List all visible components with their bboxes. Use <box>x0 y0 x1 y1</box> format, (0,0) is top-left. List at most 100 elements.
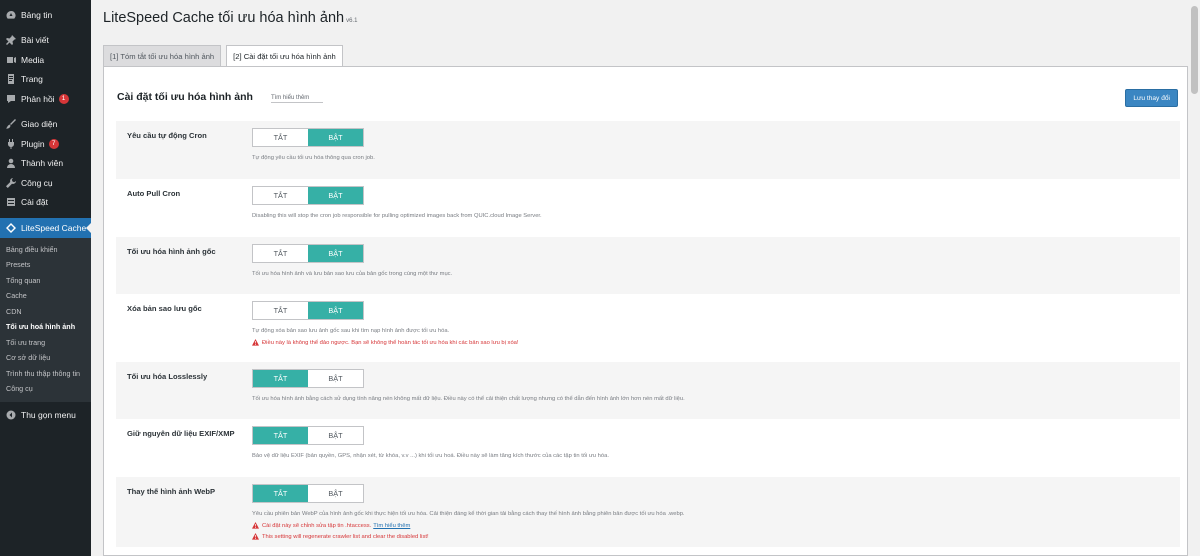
toggle-off-option[interactable]: TẮT <box>253 129 308 146</box>
section-header: Cài đặt tối ưu hóa hình ảnh Tìm hiểu thê… <box>117 91 324 103</box>
sidebar-item-phan-hoi[interactable]: Phản hồi 1 <box>0 89 91 109</box>
sidebar-item-label: Công cụ <box>21 177 53 188</box>
sidebar-item-label: Trang <box>21 74 43 85</box>
toggle-on-option[interactable]: BẬT <box>308 129 363 146</box>
sidebar-item-cong-cu[interactable]: Công cụ <box>0 173 91 193</box>
setting-description: Tự động yêu cầu tối ưu hóa thông qua cro… <box>252 155 375 161</box>
sidebar-item-cai-dat[interactable]: Cài đặt <box>0 193 91 213</box>
setting-row-thay-the-hinh-anh-webp: Thay thế hình ảnh WebP TẮT BẬT Yêu cầu p… <box>116 477 1180 547</box>
toggle-off-option[interactable]: TẮT <box>253 302 308 319</box>
toggle-on-option[interactable]: BẬT <box>308 302 363 319</box>
toggle-on-option[interactable]: BẬT <box>308 245 363 262</box>
setting-row-yeu-cau-tu-dong-cron: Yêu cầu tự động Cron TẮT BẬT Tự động yêu… <box>116 121 1180 179</box>
warning-icon <box>252 522 259 529</box>
tab-image-summary[interactable]: [1] Tóm tắt tối ưu hóa hình ảnh <box>103 45 222 66</box>
main-content: LiteSpeed Cache tối ưu hóa hình ảnh v6.1 … <box>91 0 1188 556</box>
submenu-item-co-so-du-lieu[interactable]: Cơ sở dữ liệu <box>0 351 91 367</box>
sidebar-item-plugin[interactable]: Plugin 7 <box>0 134 91 154</box>
page-scrollbar[interactable] <box>1188 0 1200 556</box>
notification-badge: 7 <box>48 138 59 149</box>
warning-notice: Cài đặt này sẽ chỉnh sửa tập tin .htacce… <box>252 522 410 529</box>
submenu-item-bang-dieu-khien[interactable]: Bảng điều khiển <box>0 242 91 258</box>
sidebar-item-label: Bảng tin <box>21 9 53 20</box>
toggle-thay-the-hinh-anh-webp[interactable]: TẮT BẬT <box>252 484 364 503</box>
submenu-item-cdn[interactable]: CDN <box>0 304 91 320</box>
setting-row-toi-uu-hoa-losslessly: Tối ưu hóa Losslessly TẮT BẬT Tối ưu hóa… <box>116 362 1180 419</box>
sidebar-item-label: Bài viết <box>21 35 49 46</box>
submenu-item-tong-quan[interactable]: Tổng quan <box>0 273 91 289</box>
toggle-toi-uu-hoa-losslessly[interactable]: TẮT BẬT <box>252 369 364 388</box>
notification-badge: 1 <box>58 93 69 104</box>
toggle-on-option[interactable]: BẬT <box>308 370 363 387</box>
toggle-toi-uu-hoa-hinh-anh-goc[interactable]: TẮT BẬT <box>252 244 364 263</box>
collapse-menu-label: Thu gọn menu <box>21 409 76 420</box>
warning-icon <box>252 533 259 540</box>
warning-notice: This setting will regenerate crawler lis… <box>252 533 429 540</box>
save-changes-button[interactable]: Lưu thay đổi <box>1125 89 1178 107</box>
setting-label: Thay thế hình ảnh WebP <box>127 487 216 496</box>
warning-text: Cài đặt này sẽ chỉnh sửa tập tin .htacce… <box>262 522 372 529</box>
setting-description: Tối ưu hóa hình ảnh bằng cách sử dụng tí… <box>252 396 685 402</box>
plugin-icon <box>6 138 16 149</box>
toggle-on-option[interactable]: BẬT <box>308 485 363 502</box>
sidebar-item-label: Giao diện <box>21 119 58 130</box>
sidebar-item-label: Phản hồi <box>21 93 55 104</box>
sidebar-item-bang-tin[interactable]: Bảng tin <box>0 5 91 25</box>
setting-label: Giữ nguyên dữ liệu EXIF/XMP <box>127 429 235 438</box>
submenu-item-toi-uu-trang[interactable]: Tối ưu trang <box>0 335 91 351</box>
pin-icon <box>6 35 16 46</box>
scroll-thumb[interactable] <box>1191 6 1198 94</box>
user-icon <box>6 158 16 169</box>
sidebar-item-label: Thành viên <box>21 158 64 169</box>
toggle-auto-pull-cron[interactable]: TẮT BẬT <box>252 186 364 205</box>
toggle-on-option[interactable]: BẬT <box>308 427 363 444</box>
page-icon <box>6 74 16 85</box>
collapse-icon <box>6 410 16 420</box>
sidebar-item-label: Plugin <box>21 138 45 149</box>
toggle-yeu-cau-tu-dong-cron[interactable]: TẮT BẬT <box>252 128 364 147</box>
submenu-item-trinh-thu-thap-thong-tin[interactable]: Trình thu thập thông tin <box>0 366 91 382</box>
litespeed-submenu: Bảng điều khiển Presets Tổng quan Cache CDN T… <box>0 238 91 402</box>
sidebar-item-thanh-vien[interactable]: Thành viên <box>0 154 91 174</box>
toggle-xoa-ban-sao-luu-goc[interactable]: TẮT BẬT <box>252 301 364 320</box>
sidebar-item-litespeed-cache[interactable]: LiteSpeed Cache <box>0 218 91 238</box>
learn-more-link[interactable]: Tìm hiểu thêm <box>270 95 324 103</box>
brush-icon <box>6 119 16 129</box>
setting-row-toi-uu-hoa-hinh-anh-goc: Tối ưu hóa hình ảnh gốc TẮT BẬT Tối ưu h… <box>116 237 1180 294</box>
warning-text: This setting will regenerate crawler lis… <box>262 533 429 540</box>
comment-icon <box>6 94 16 104</box>
toggle-off-option[interactable]: TẮT <box>253 370 308 387</box>
setting-row-auto-pull-cron: Auto Pull Cron TẮT BẬT Disabling this wi… <box>116 179 1180 237</box>
toggle-giu-nguyen-du-lieu-exif-xmp[interactable]: TẮT BẬT <box>252 426 364 445</box>
sidebar-item-label: Cài đặt <box>21 197 48 208</box>
toggle-on-option[interactable]: BẬT <box>308 187 363 204</box>
settings-panel: Cài đặt tối ưu hóa hình ảnh Tìm hiểu thê… <box>103 66 1188 556</box>
submenu-item-cache[interactable]: Cache <box>0 289 91 305</box>
sidebar-item-media[interactable]: Media <box>0 50 91 70</box>
setting-row-giu-nguyen-du-lieu-exif-xmp: Giữ nguyên dữ liệu EXIF/XMP TẮT BẬT Bảo … <box>116 419 1180 477</box>
setting-label: Tối ưu hóa Losslessly <box>127 372 208 381</box>
submenu-item-cong-cu[interactable]: Công cụ <box>0 382 91 398</box>
setting-label: Xóa bản sao lưu gốc <box>127 304 202 313</box>
warning-notice: Điều này là không thể đảo ngược. Bạn sẽ … <box>252 339 519 346</box>
sidebar-item-label: LiteSpeed Cache <box>21 223 87 233</box>
setting-description: Tối ưu hóa hình ảnh và lưu bản sao lưu c… <box>252 271 453 277</box>
sidebar-item-label: Media <box>21 54 45 65</box>
toggle-off-option[interactable]: TẮT <box>253 187 308 204</box>
sidebar-item-trang[interactable]: Trang <box>0 70 91 90</box>
sidebar-item-bai-viet[interactable]: Bài viết <box>0 31 91 51</box>
tab-image-settings[interactable]: [2] Cài đặt tối ưu hóa hình ảnh <box>226 45 343 66</box>
setting-label: Yêu cầu tự động Cron <box>127 131 207 140</box>
warning-learn-more-link[interactable]: Tìm hiểu thêm <box>373 523 410 529</box>
sidebar-item-giao-dien[interactable]: Giao diện <box>0 115 91 135</box>
wrench-icon <box>6 177 16 188</box>
setting-description: Bảo vệ dữ liệu EXIF (bản quyền, GPS, nhậ… <box>252 453 609 459</box>
submenu-item-toi-uu-hoa-hinh-anh[interactable]: Tối ưu hoá hình ảnh <box>0 320 91 336</box>
toggle-off-option[interactable]: TẮT <box>253 427 308 444</box>
toggle-off-option[interactable]: TẮT <box>253 245 308 262</box>
warning-icon <box>252 339 259 346</box>
submenu-item-presets[interactable]: Presets <box>0 258 91 274</box>
collapse-menu-button[interactable]: Thu gọn menu <box>0 405 91 425</box>
toggle-off-option[interactable]: TẮT <box>253 485 308 502</box>
setting-description: Yêu cầu phiên bản WebP của hình ảnh gốc … <box>252 511 685 517</box>
